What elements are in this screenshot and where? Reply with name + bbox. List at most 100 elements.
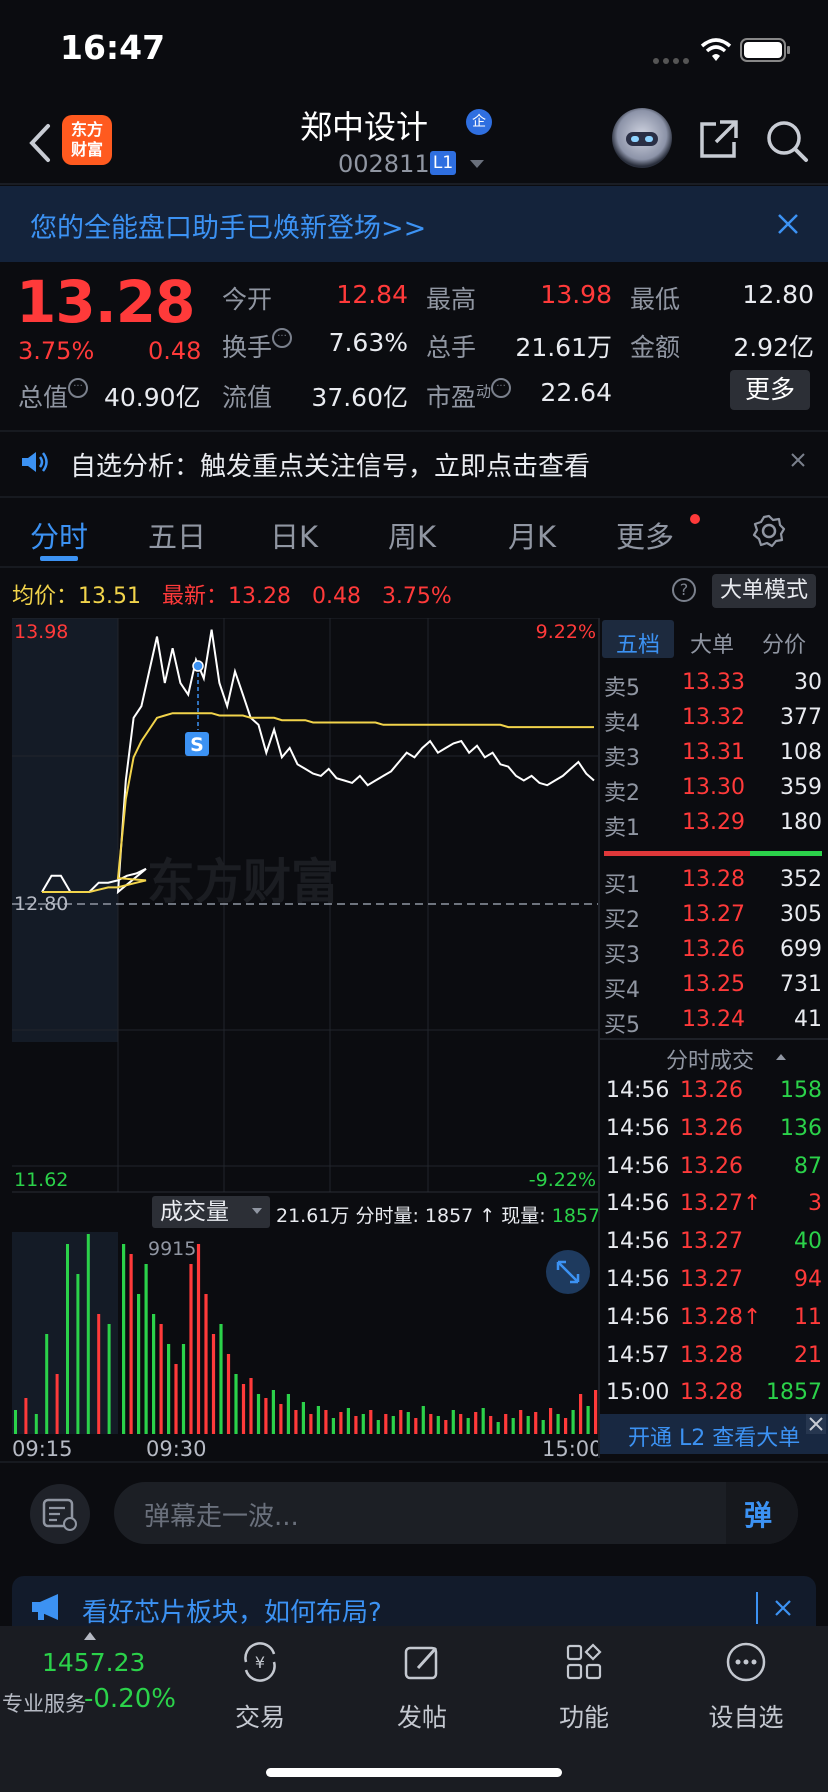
tab-intraday[interactable]: 分时 bbox=[30, 514, 88, 556]
battery-icon bbox=[740, 38, 792, 62]
market-cap-label: 总值 ··· bbox=[18, 378, 89, 414]
search-icon[interactable] bbox=[764, 118, 810, 164]
volume-bar bbox=[354, 1416, 358, 1434]
volume-bar bbox=[129, 1254, 133, 1434]
home-indicator bbox=[266, 1768, 562, 1777]
latest-label: 最新： bbox=[161, 584, 228, 609]
promo-banner-text[interactable]: 您的全能盘口助手已焕新登场>> bbox=[30, 206, 426, 245]
tick-row: 14:56 13.27 94 bbox=[606, 1267, 822, 1297]
volume-bar bbox=[369, 1410, 373, 1434]
y-high-label: 13.98 bbox=[14, 621, 68, 643]
info-dots-icon[interactable]: ··· bbox=[68, 378, 89, 398]
open-label: 今开 bbox=[222, 285, 273, 314]
assistant-robot-icon[interactable] bbox=[612, 108, 672, 168]
notification-dot bbox=[690, 514, 700, 524]
nav-functions[interactable]: 功能 bbox=[534, 1640, 634, 1740]
ask-label: 卖1 bbox=[604, 816, 640, 841]
volume-bar bbox=[189, 1264, 193, 1434]
ask-volume: 359 bbox=[780, 775, 822, 800]
tab-big-orders[interactable]: 大单 bbox=[690, 627, 734, 659]
volume-bar bbox=[279, 1404, 283, 1434]
danmaku-placeholder[interactable]: 弹幕走一波... bbox=[144, 1496, 299, 1533]
info-dots-icon[interactable]: ··· bbox=[272, 328, 293, 348]
tick-row: 14:56 13.26 136 bbox=[606, 1116, 822, 1146]
ad-separator bbox=[756, 1592, 758, 1624]
volume-bar bbox=[436, 1416, 440, 1434]
tab-more[interactable]: 更多 bbox=[616, 514, 674, 556]
pre-market-volume-shade bbox=[12, 1232, 118, 1434]
index-value[interactable]: 1457.23 bbox=[42, 1648, 145, 1677]
pro-service-label[interactable]: 专业服务 bbox=[2, 1688, 86, 1718]
tick-row: 14:56 13.26 87 bbox=[606, 1154, 822, 1184]
caret-up-icon[interactable] bbox=[84, 1632, 96, 1640]
grid-icon bbox=[566, 1643, 602, 1680]
tab-daily-k[interactable]: 日K bbox=[270, 514, 318, 556]
bid-volume: 305 bbox=[780, 902, 822, 927]
volume-bar bbox=[181, 1344, 186, 1434]
tick-price: 13.28 bbox=[680, 1342, 743, 1368]
tab-order-book[interactable]: 五档 bbox=[616, 627, 660, 659]
tab-price-distribution[interactable]: 分价 bbox=[762, 627, 806, 659]
tab-five-day[interactable]: 五日 bbox=[148, 514, 206, 556]
signal-marker-dot bbox=[192, 660, 204, 672]
x-label-930: 09:30 bbox=[146, 1437, 207, 1461]
volume-bar bbox=[107, 1324, 111, 1434]
close-icon[interactable] bbox=[774, 210, 802, 238]
high-label: 最高 bbox=[426, 285, 477, 314]
index-change-pct[interactable]: -0.20% bbox=[84, 1684, 176, 1714]
caret-down-icon[interactable] bbox=[252, 1208, 262, 1214]
volume-bar bbox=[339, 1412, 343, 1434]
volume-bar bbox=[564, 1418, 568, 1434]
tick-price: 13.27↑ bbox=[680, 1191, 762, 1217]
tick-row: 14:56 13.28↑ 11 bbox=[606, 1305, 822, 1335]
caret-down-icon[interactable] bbox=[470, 160, 484, 168]
volume-total: 21.61万 bbox=[276, 1205, 350, 1227]
tick-volume: 21 bbox=[794, 1342, 822, 1368]
close-icon[interactable] bbox=[806, 1414, 826, 1434]
nav-post-label: 发帖 bbox=[396, 1703, 447, 1732]
big-order-mode-button[interactable]: 大单模式 bbox=[712, 574, 816, 608]
tab-weekly-k[interactable]: 周K bbox=[388, 514, 436, 556]
tick-time: 14:56 bbox=[606, 1115, 670, 1141]
ask-row: 卖2 13.30 359 bbox=[604, 775, 822, 806]
expand-icon[interactable] bbox=[546, 1250, 590, 1294]
intraday-chart[interactable]: 东方财富 S 13.98 12.80 11.62 9.22% -9.22% bbox=[12, 618, 598, 1452]
more-button[interactable]: 更多 bbox=[730, 370, 810, 410]
ask-label: 卖4 bbox=[604, 711, 640, 736]
tick-volume: 94 bbox=[794, 1267, 822, 1292]
close-icon[interactable] bbox=[774, 1599, 792, 1617]
tick-price: 13.26 bbox=[680, 1115, 743, 1141]
volume-bar bbox=[541, 1420, 545, 1434]
danmaku-send-label[interactable]: 弹 bbox=[744, 1494, 772, 1534]
app-root: 16:47 东方 财富 郑中设计 企 002811 L1 您的全能盘口助手已焕新登… bbox=[0, 0, 828, 1792]
help-icon[interactable]: ? bbox=[672, 578, 696, 602]
volume-bar bbox=[399, 1410, 403, 1434]
nav-add-watchlist[interactable]: 设自选 bbox=[696, 1640, 796, 1740]
tab-monthly-k[interactable]: 月K bbox=[508, 514, 556, 556]
tabs-divider bbox=[0, 566, 828, 568]
volume-bar bbox=[34, 1414, 38, 1434]
volume-bar bbox=[97, 1314, 101, 1434]
volume-max-label: 9915 bbox=[148, 1238, 197, 1260]
notice-text[interactable]: 自选分析：触发重点关注信号，立即点击查看 bbox=[70, 446, 590, 483]
close-icon[interactable] bbox=[790, 452, 806, 468]
back-button[interactable] bbox=[22, 118, 62, 168]
high-value: 13.98 bbox=[540, 280, 612, 309]
more-dots-icon bbox=[726, 1642, 766, 1682]
y-mid-label: 12.80 bbox=[14, 893, 68, 915]
ticks-title[interactable]: 分时成交 bbox=[666, 1043, 754, 1075]
danmaku-toggle-icon[interactable] bbox=[30, 1484, 90, 1544]
ask-volume: 180 bbox=[780, 810, 822, 835]
ticks-divider bbox=[600, 1038, 828, 1040]
caret-up-icon[interactable] bbox=[776, 1054, 786, 1060]
ad-text[interactable]: 看好芯片板块，如何布局? bbox=[82, 1592, 382, 1629]
share-icon[interactable] bbox=[696, 118, 740, 162]
level-badge[interactable]: L1 bbox=[430, 151, 456, 175]
latest-pct: 3.75% bbox=[381, 584, 452, 609]
nav-trade[interactable]: ¥ 交易 bbox=[210, 1640, 310, 1740]
buy-sell-ratio-bar-buy bbox=[750, 851, 822, 856]
gear-icon[interactable] bbox=[752, 514, 786, 548]
market-cap-value: 40.90亿 bbox=[104, 383, 201, 412]
nav-post[interactable]: 发帖 bbox=[372, 1640, 472, 1740]
l2-promo-text[interactable]: 开通 L2 查看大单 bbox=[628, 1420, 800, 1452]
